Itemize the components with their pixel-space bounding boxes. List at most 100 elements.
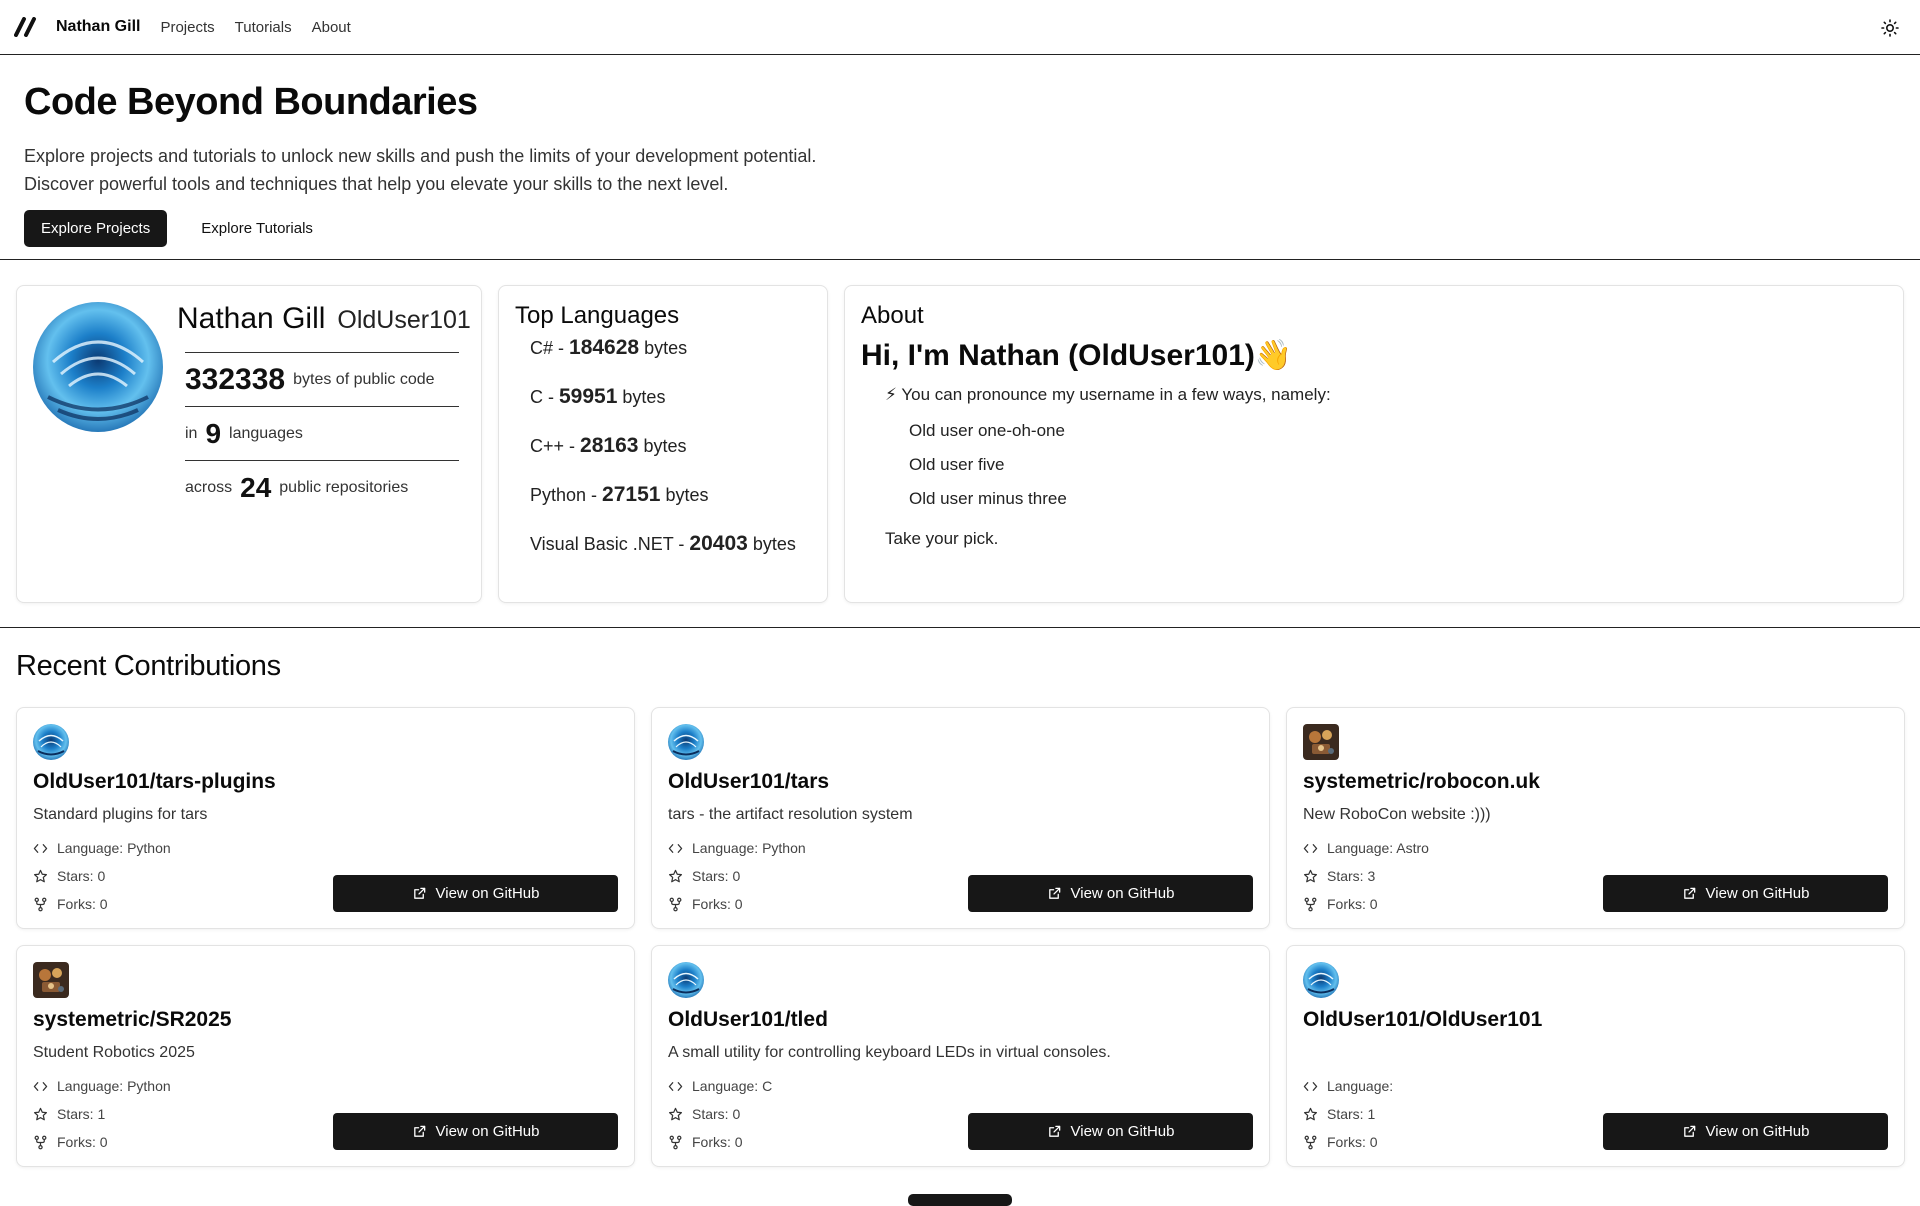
profile-card: Nathan Gill OldUser101 332338 bytes of pu…	[16, 285, 482, 603]
star-icon	[33, 1107, 48, 1120]
language-unit: bytes	[622, 387, 666, 407]
hero-title: Code Beyond Boundaries	[24, 81, 478, 123]
repo-name[interactable]: OldUser101/OldUser101	[1303, 1008, 1888, 1032]
pronounce-option: Old user five	[909, 455, 1005, 474]
stat-bytes-value: 332338	[185, 362, 286, 396]
language-bytes: 184628	[569, 336, 640, 359]
code-icon	[33, 843, 48, 853]
language-unit: bytes	[752, 534, 796, 554]
repo-avatar	[1303, 962, 1339, 998]
about-title: About	[861, 302, 924, 329]
repo-language: Language: Python	[33, 834, 618, 862]
code-icon	[33, 1081, 48, 1091]
stat-repos: across 24 public repositories	[185, 460, 459, 514]
star-icon	[1303, 1107, 1318, 1120]
language-item: Visual Basic .NET - 20403 bytes	[530, 532, 796, 555]
about-card: About Hi, I'm Nathan (OldUser101)👋 ⚡ You…	[844, 285, 1904, 603]
language-bytes: 20403	[689, 532, 748, 555]
external-link-icon	[1683, 887, 1695, 899]
brand-name[interactable]: Nathan Gill	[56, 18, 140, 36]
sun-icon[interactable]	[1880, 18, 1900, 38]
pronounce-option: Old user one-oh-one	[909, 421, 1065, 440]
about-pick: Take your pick.	[885, 529, 999, 548]
top-navbar: Nathan Gill Projects Tutorials About	[0, 0, 1920, 55]
fork-icon	[1304, 1135, 1317, 1149]
recent-contributions: Recent Contributions OldUser101/tars-plu…	[0, 628, 1920, 1167]
profile-name: Nathan Gill OldUser101	[177, 302, 471, 336]
contributions-title: Recent Contributions	[16, 650, 281, 682]
view-on-github-button[interactable]: View on GitHub	[968, 875, 1253, 912]
language-name: C#	[530, 338, 554, 358]
nav-link-about[interactable]: About	[312, 19, 351, 36]
language-item: Python - 27151 bytes	[530, 483, 709, 506]
stat-languages-label: languages	[229, 424, 303, 442]
repo-card: systemetric/SR2025 Student Robotics 2025…	[16, 945, 635, 1167]
external-link-icon	[1048, 887, 1060, 899]
language-item: C++ - 28163 bytes	[530, 434, 687, 457]
stat-bytes-label: bytes of public code	[293, 370, 435, 388]
stat-repos-prefix: across	[185, 478, 233, 496]
star-icon	[668, 1107, 683, 1120]
code-icon	[668, 843, 683, 853]
pronounce-options: Old user one-oh-one Old user five Old us…	[861, 421, 1887, 523]
language-unit: bytes	[665, 485, 709, 505]
explore-tutorials-button[interactable]: Explore Tutorials	[185, 210, 329, 247]
external-link-icon	[1048, 1125, 1060, 1137]
language-item: C - 59951 bytes	[530, 385, 666, 408]
language-bytes: 27151	[602, 483, 661, 506]
profile-username: OldUser101	[337, 306, 471, 334]
view-on-github-button[interactable]: View on GitHub	[333, 1113, 618, 1150]
view-on-github-button[interactable]: View on GitHub	[968, 1113, 1253, 1150]
hero-line-2: Discover powerful tools and techniques t…	[24, 174, 729, 194]
info-row: Nathan Gill OldUser101 332338 bytes of pu…	[0, 260, 1920, 628]
nav-link-tutorials[interactable]: Tutorials	[235, 19, 292, 36]
language-list: C# - 184628 bytes C - 59951 bytes C++ - …	[515, 336, 811, 583]
fork-icon	[1304, 897, 1317, 911]
repo-name[interactable]: OldUser101/tled	[668, 1008, 1253, 1032]
external-link-icon	[413, 887, 425, 899]
language-name: C	[530, 387, 543, 407]
repo-name[interactable]: OldUser101/tars	[668, 770, 1253, 794]
stat-repos-label: public repositories	[279, 478, 409, 496]
explore-projects-button[interactable]: Explore Projects	[24, 210, 168, 247]
external-link-icon	[413, 1125, 425, 1137]
repo-language: Language: C	[668, 1072, 1253, 1100]
hero-buttons: Explore Projects Explore Tutorials	[24, 210, 1896, 247]
load-more-button[interactable]	[908, 1194, 1012, 1206]
top-languages-card: Top Languages C# - 184628 bytes C - 5995…	[498, 285, 828, 603]
language-bytes: 28163	[580, 434, 639, 457]
view-on-github-button[interactable]: View on GitHub	[333, 875, 618, 912]
view-on-github-button[interactable]: View on GitHub	[1603, 1113, 1888, 1150]
repo-name[interactable]: systemetric/SR2025	[33, 1008, 618, 1032]
repo-grid: OldUser101/tars-plugins Standard plugins…	[16, 707, 1905, 1167]
repo-description: Standard plugins for tars	[33, 806, 208, 823]
repo-name[interactable]: systemetric/robocon.uk	[1303, 770, 1888, 794]
repo-avatar	[668, 724, 704, 760]
repo-card: systemetric/robocon.uk New RoboCon websi…	[1286, 707, 1905, 929]
repo-language: Language: Python	[33, 1072, 618, 1100]
stat-languages-value: 9	[205, 417, 222, 449]
profile-fullname: Nathan Gill	[177, 302, 326, 335]
nav-link-projects[interactable]: Projects	[160, 19, 214, 36]
repo-card: OldUser101/OldUser101 Language: Stars: 1…	[1286, 945, 1905, 1167]
fork-icon	[34, 1135, 47, 1149]
view-on-github-button[interactable]: View on GitHub	[1603, 875, 1888, 912]
language-name: C++	[530, 436, 565, 456]
avatar	[33, 302, 163, 432]
about-pronounce: ⚡ You can pronounce my username in a few…	[885, 385, 1331, 404]
hero-line-1: Explore projects and tutorials to unlock…	[24, 146, 817, 166]
stat-repos-value: 24	[240, 471, 272, 503]
repo-avatar	[668, 962, 704, 998]
star-icon	[33, 869, 48, 882]
repo-name[interactable]: OldUser101/tars-plugins	[33, 770, 618, 794]
profile-stats: 332338 bytes of public code in 9 languag…	[185, 352, 459, 514]
star-icon	[668, 869, 683, 882]
stat-bytes: 332338 bytes of public code	[185, 352, 459, 406]
about-greeting: Hi, I'm Nathan (OldUser101)👋	[861, 339, 1293, 372]
repo-language: Language:	[1303, 1072, 1888, 1100]
repo-description: tars - the artifact resolution system	[668, 806, 913, 823]
repo-language: Language: Python	[668, 834, 1253, 862]
logo-icon[interactable]	[14, 17, 42, 37]
pronounce-option: Old user minus three	[909, 489, 1067, 508]
code-icon	[668, 1081, 683, 1091]
